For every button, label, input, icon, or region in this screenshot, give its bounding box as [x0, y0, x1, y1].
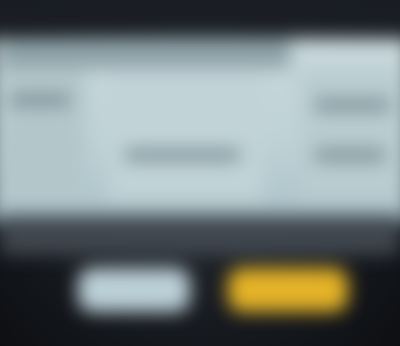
primary-button[interactable] [228, 268, 348, 312]
secondary-button[interactable] [78, 268, 190, 312]
top-bar [0, 0, 400, 30]
dialog-message [20, 76, 380, 206]
divider-band [0, 215, 400, 255]
screen [0, 0, 400, 346]
dialog-title [20, 48, 380, 66]
